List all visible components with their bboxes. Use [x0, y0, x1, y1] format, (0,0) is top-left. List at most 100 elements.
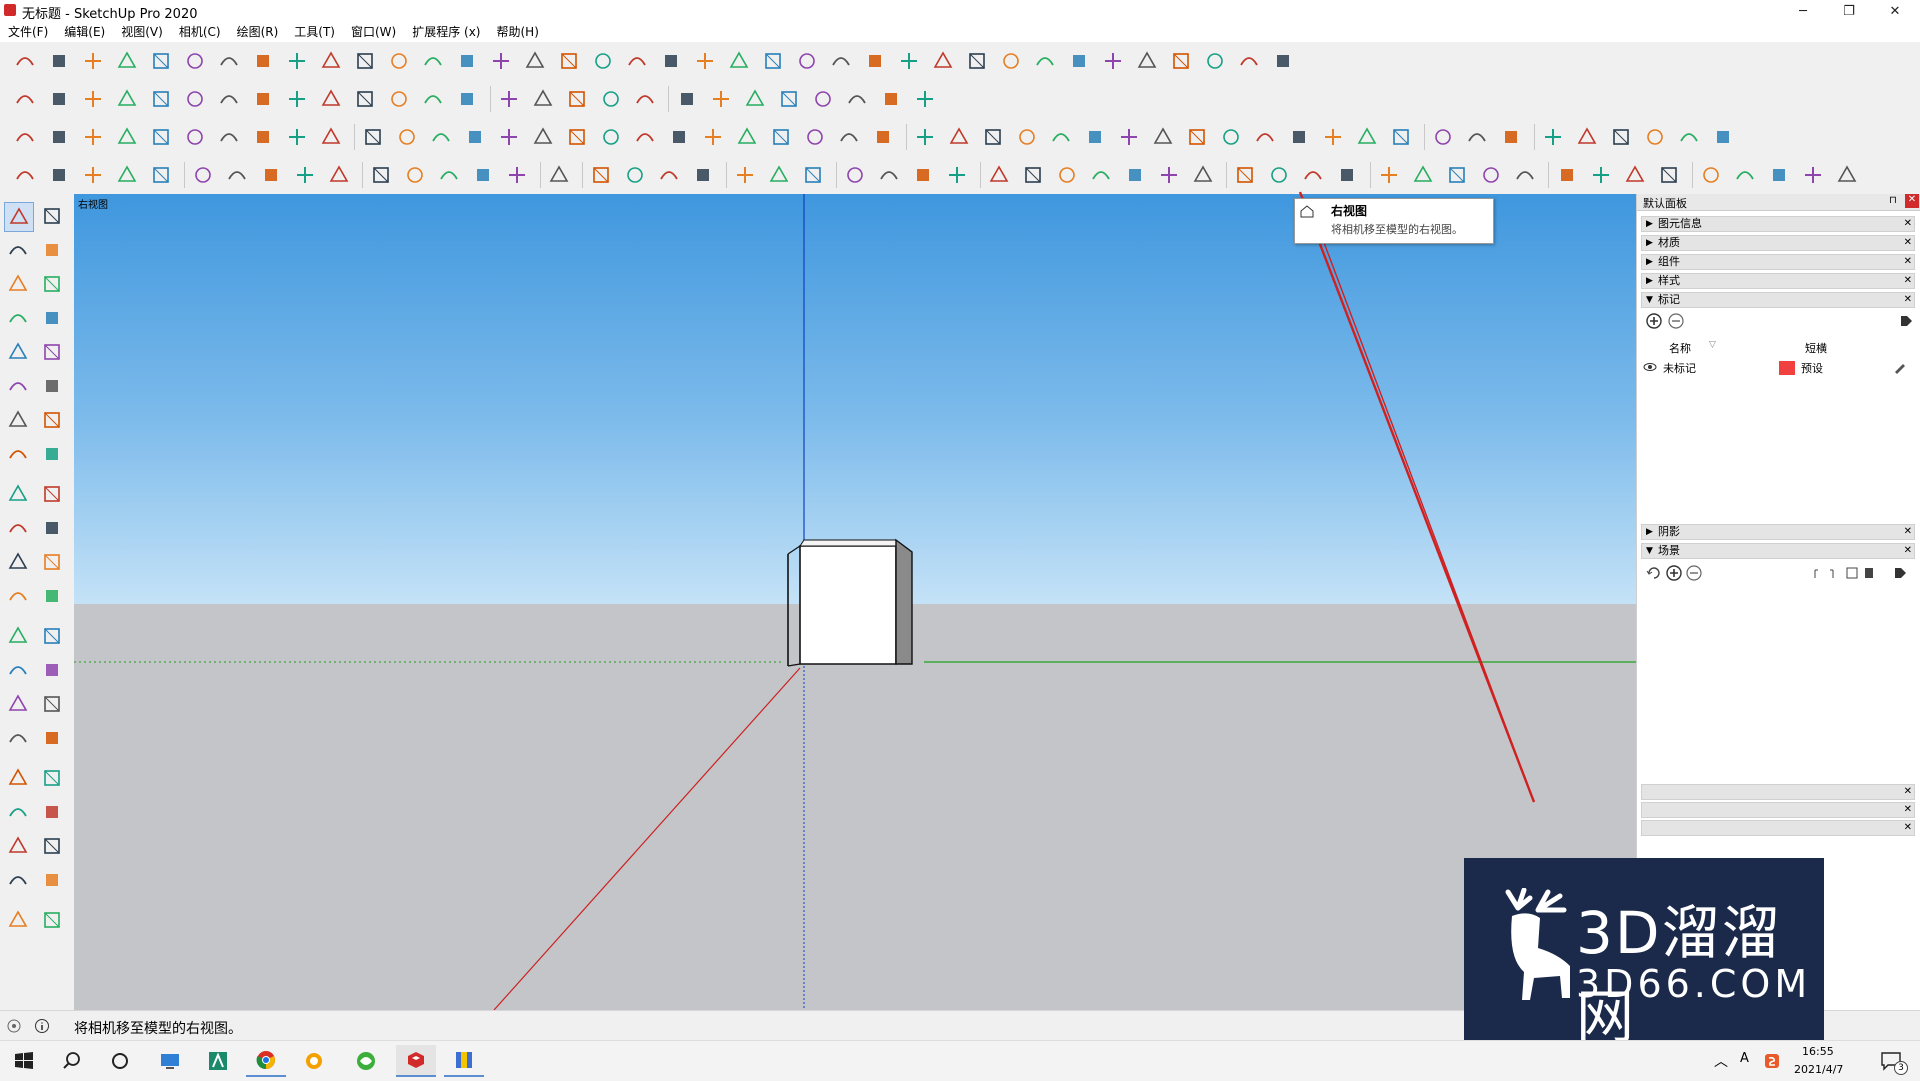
tb3-tool-33-button[interactable]	[1116, 124, 1142, 150]
tb1-tool-2-button[interactable]	[46, 48, 72, 74]
tb2-tool-9-button[interactable]	[284, 86, 310, 112]
panel-shadows[interactable]: ▶ 阴影 ✕	[1641, 524, 1915, 540]
tb4-tool-10-button[interactable]	[326, 162, 352, 188]
tb2-tool-23-button[interactable]	[776, 86, 802, 112]
tb3-tool-10-button[interactable]	[318, 124, 344, 150]
tb3-tool-17-button[interactable]	[564, 124, 590, 150]
tb4-tool-23-button[interactable]	[800, 162, 826, 188]
tb2-tool-22-button[interactable]	[742, 86, 768, 112]
menu-draw[interactable]: 绘图(R)	[237, 22, 279, 42]
tb3-tool-50-button[interactable]	[1710, 124, 1736, 150]
tb1-tool-32-button[interactable]	[1066, 48, 1092, 74]
tb3-tool-23-button[interactable]	[768, 124, 794, 150]
taskbar-app-b[interactable]	[294, 1045, 334, 1077]
sort-icon[interactable]: ▽	[1709, 340, 1716, 350]
left-tool-11-button[interactable]	[4, 372, 32, 400]
tb4-tool-14-button[interactable]	[470, 162, 496, 188]
tb1-tool-1-button[interactable]	[12, 48, 38, 74]
tb1-tool-14-button[interactable]	[454, 48, 480, 74]
tb1-tool-38-button[interactable]	[1270, 48, 1296, 74]
tb2-tool-21-button[interactable]	[708, 86, 734, 112]
tb2-tool-8-button[interactable]	[250, 86, 276, 112]
tb3-tool-42-button[interactable]	[1430, 124, 1456, 150]
panel-tags[interactable]: ▼ 标记 ✕	[1641, 292, 1915, 308]
tb3-tool-46-button[interactable]	[1574, 124, 1600, 150]
tb1-tool-7-button[interactable]	[216, 48, 242, 74]
tb1-tool-30-button[interactable]	[998, 48, 1024, 74]
refresh-scene-icon[interactable]	[1645, 564, 1663, 582]
tb1-tool-23-button[interactable]	[760, 48, 786, 74]
tb4-tool-22-button[interactable]	[766, 162, 792, 188]
left-tool-9-button[interactable]	[4, 338, 32, 366]
tb3-tool-2-button[interactable]	[46, 124, 72, 150]
add-tag-icon[interactable]	[1645, 312, 1663, 330]
tb4-tool-51-button[interactable]	[1800, 162, 1826, 188]
left-tool-16-button[interactable]	[38, 440, 66, 468]
tb3-tool-45-button[interactable]	[1540, 124, 1566, 150]
tb4-tool-46-button[interactable]	[1622, 162, 1648, 188]
tb3-tool-37-button[interactable]	[1252, 124, 1278, 150]
tb3-tool-39-button[interactable]	[1320, 124, 1346, 150]
left-tool-19-button[interactable]	[4, 514, 32, 542]
tb3-tool-21-button[interactable]	[700, 124, 726, 150]
left-tool-4-button[interactable]	[38, 236, 66, 264]
tb1-tool-26-button[interactable]	[862, 48, 888, 74]
tb2-tool-20-button[interactable]	[674, 86, 700, 112]
left-tool-23-button[interactable]	[4, 582, 32, 610]
menu-tools[interactable]: 工具(T)	[294, 22, 335, 42]
tb4-tool-19-button[interactable]	[656, 162, 682, 188]
clock-date[interactable]: 2021/4/7	[1794, 1063, 1843, 1076]
left-tool-38-button[interactable]	[38, 832, 66, 860]
tb1-tool-15-button[interactable]	[488, 48, 514, 74]
geo-location-icon[interactable]	[6, 1018, 22, 1034]
left-tool-31-button[interactable]	[4, 724, 32, 752]
tb1-tool-11-button[interactable]	[352, 48, 378, 74]
tb2-tool-11-button[interactable]	[352, 86, 378, 112]
add-scene-icon[interactable]	[1665, 564, 1683, 582]
tb4-tool-42-button[interactable]	[1478, 162, 1504, 188]
tb2-tool-14-button[interactable]	[454, 86, 480, 112]
tb3-tool-41-button[interactable]	[1388, 124, 1414, 150]
tb1-tool-20-button[interactable]	[658, 48, 684, 74]
taskbar-chrome[interactable]	[246, 1045, 286, 1077]
tb3-tool-47-button[interactable]	[1608, 124, 1634, 150]
tb3-tool-5-button[interactable]	[148, 124, 174, 150]
panel-collapsed-3[interactable]: ✕	[1641, 820, 1915, 836]
tb1-tool-18-button[interactable]	[590, 48, 616, 74]
left-tool-7-button[interactable]	[4, 304, 32, 332]
tb3-tool-49-button[interactable]	[1676, 124, 1702, 150]
panel-styles[interactable]: ▶ 样式 ✕	[1641, 273, 1915, 289]
left-tool-1-button[interactable]	[4, 202, 34, 232]
panel-components[interactable]: ▶ 组件 ✕	[1641, 254, 1915, 270]
taskbar-app-c[interactable]	[346, 1045, 386, 1077]
tb2-tool-6-button[interactable]	[182, 86, 208, 112]
tb4-tool-49-button[interactable]	[1732, 162, 1758, 188]
menu-camera[interactable]: 相机(C)	[179, 22, 221, 42]
tb4-tool-28-button[interactable]	[986, 162, 1012, 188]
tb4-tool-6-button[interactable]	[190, 162, 216, 188]
tb1-tool-22-button[interactable]	[726, 48, 752, 74]
tb3-tool-26-button[interactable]	[870, 124, 896, 150]
tb2-tool-27-button[interactable]	[912, 86, 938, 112]
clock-time[interactable]: 16:55	[1802, 1045, 1834, 1058]
tb4-tool-33-button[interactable]	[1156, 162, 1182, 188]
tb1-tool-34-button[interactable]	[1134, 48, 1160, 74]
tb2-tool-2-button[interactable]	[46, 86, 72, 112]
tb3-tool-1-button[interactable]	[12, 124, 38, 150]
tb4-tool-34-button[interactable]	[1190, 162, 1216, 188]
tb4-tool-7-button[interactable]	[224, 162, 250, 188]
tb3-tool-3-button[interactable]	[80, 124, 106, 150]
details-arrow-icon[interactable]	[1897, 312, 1915, 330]
tb2-tool-3-button[interactable]	[80, 86, 106, 112]
tb4-tool-5-button[interactable]	[148, 162, 174, 188]
ime-icon[interactable]: A	[1740, 1051, 1749, 1066]
tb3-tool-30-button[interactable]	[1014, 124, 1040, 150]
tb2-tool-16-button[interactable]	[530, 86, 556, 112]
tb1-tool-24-button[interactable]	[794, 48, 820, 74]
left-tool-42-button[interactable]	[38, 906, 66, 934]
tb1-tool-25-button[interactable]	[828, 48, 854, 74]
tb4-tool-21-button[interactable]	[732, 162, 758, 188]
left-tool-24-button[interactable]	[38, 582, 66, 610]
tb2-tool-12-button[interactable]	[386, 86, 412, 112]
tb4-tool-24-button[interactable]	[842, 162, 868, 188]
